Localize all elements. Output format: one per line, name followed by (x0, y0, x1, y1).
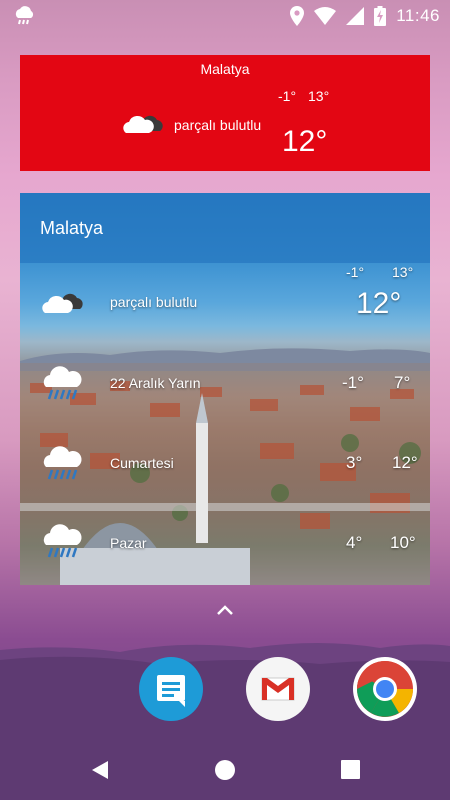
rain-cloud-icon (43, 524, 82, 558)
forecast-min-temp: 3° (346, 453, 363, 472)
widget-current-temp: 12° (282, 125, 328, 158)
current-min-temp: -1° (346, 264, 365, 280)
forecast-day: Cumartesi (110, 455, 174, 471)
navigation-bar (0, 740, 450, 800)
widget-min-temp: -1° (278, 88, 297, 104)
widget-city: Malatya (200, 61, 250, 77)
forecast-max-temp: 7° (394, 373, 411, 392)
widget-max-temp: 13° (308, 88, 330, 104)
location-icon (290, 6, 305, 26)
forecast-day: Pazar (110, 535, 147, 551)
forecast-max-temp: 12° (392, 453, 418, 472)
forecast-min-temp: 4° (346, 533, 363, 552)
wifi-icon (314, 7, 337, 25)
weather-app-notification-icon (15, 6, 34, 25)
rain-cloud-icon (43, 366, 82, 400)
chrome-app-icon[interactable] (353, 657, 417, 721)
gmail-icon (261, 677, 295, 701)
chrome-icon (357, 661, 413, 717)
current-max-temp: 13° (392, 264, 414, 280)
partly-cloudy-icon (123, 115, 163, 133)
compact-weather-widget[interactable]: Malatya parçalı bulutlu -1° 13° 12° (20, 55, 430, 171)
forecast-max-temp: 10° (390, 533, 416, 552)
app-drawer-chevron-icon[interactable] (213, 600, 237, 620)
messages-app-icon[interactable] (139, 657, 203, 721)
gmail-app-icon[interactable] (246, 657, 310, 721)
back-icon[interactable] (89, 759, 111, 781)
rain-cloud-icon (43, 446, 82, 480)
widget-header: Malatya (20, 193, 430, 263)
forecast-day: 22 Aralık Yarın (110, 375, 201, 391)
forecast-city: Malatya (40, 218, 104, 238)
battery-charging-icon (374, 6, 387, 26)
home-icon[interactable] (214, 759, 236, 781)
partly-cloudy-icon (42, 293, 83, 313)
forecast-min-temp: -1° (342, 373, 364, 392)
status-bar: 11:46 (0, 0, 450, 32)
cellular-signal-icon (346, 7, 365, 25)
recents-icon[interactable] (341, 760, 360, 779)
current-temp: 12° (356, 287, 402, 320)
messages-icon (157, 675, 185, 707)
forecast-weather-widget[interactable]: Malatya parçalı bulutlu -1° 13° 12° 22 A… (20, 193, 430, 585)
clock: 11:46 (396, 6, 440, 25)
widget-condition: parçalı bulutlu (174, 117, 262, 133)
current-condition: parçalı bulutlu (110, 294, 198, 310)
